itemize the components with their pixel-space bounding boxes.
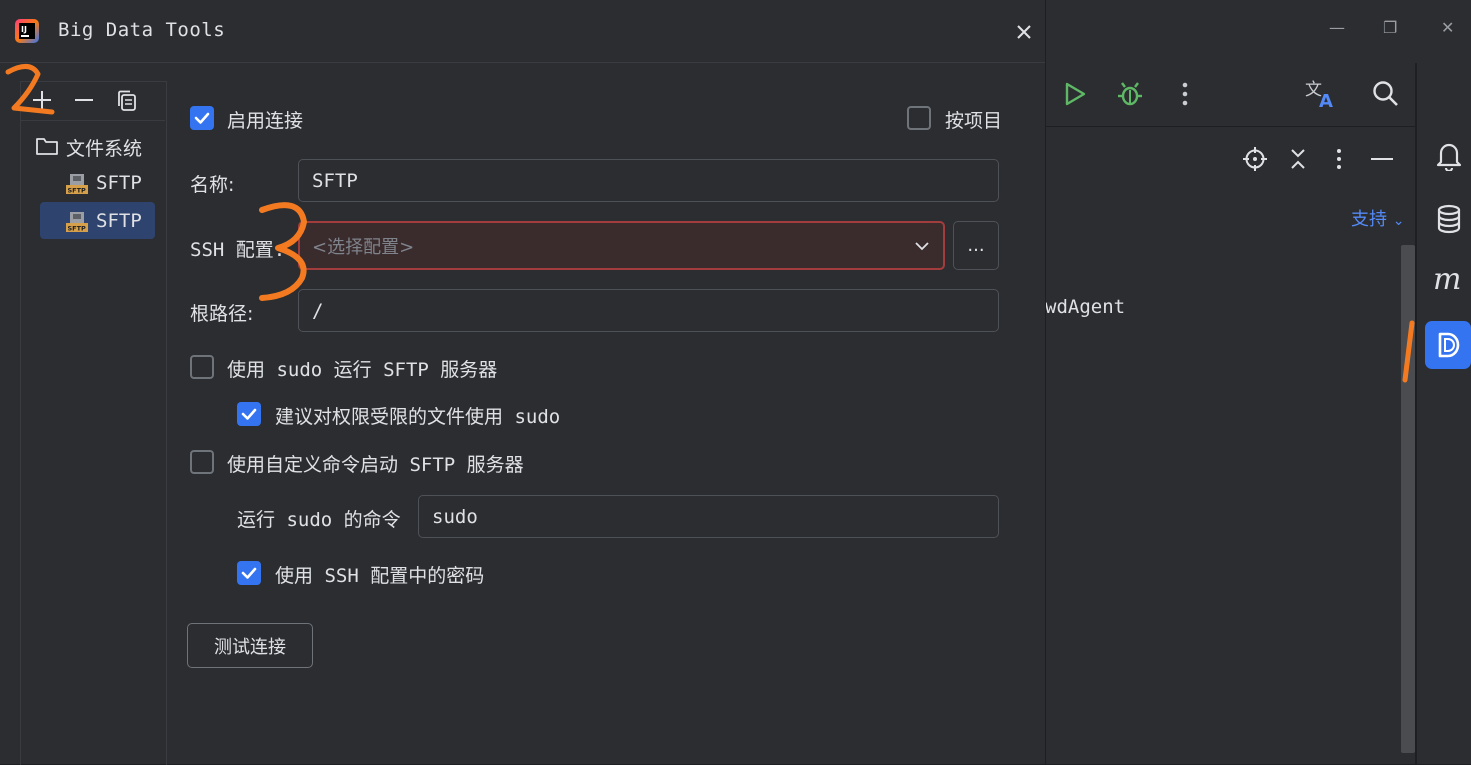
annotation-stroke-3: [259, 202, 307, 301]
annotation-strokes: [5, 64, 1415, 383]
annotation-stroke-2: [5, 64, 55, 115]
annotation-stroke-1: [1402, 320, 1415, 383]
